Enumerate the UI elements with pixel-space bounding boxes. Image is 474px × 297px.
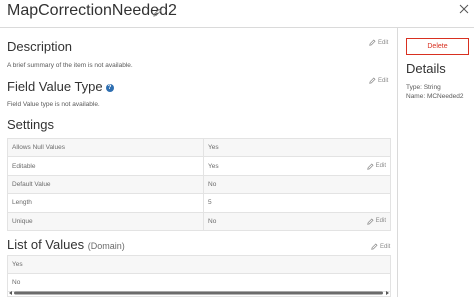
domain-qualifier: (Domain) [87, 241, 125, 251]
setting-label: Editable [7, 156, 204, 176]
setting-value-text: No [208, 217, 217, 225]
field-value-type-heading: Field Value Type? [7, 79, 114, 94]
setting-label: Unique [7, 211, 204, 231]
edit-label: Edit [375, 163, 386, 170]
setting-value: Yes [203, 137, 391, 158]
table-row: Default Value No [7, 174, 391, 195]
table-row: Length 5 [7, 193, 391, 213]
setting-value-text: No [208, 180, 217, 188]
setting-label: Default Value [7, 174, 204, 195]
field-value-type-edit-button[interactable]: Edit [369, 77, 388, 84]
description-edit-button[interactable]: Edit [369, 39, 388, 46]
list-of-values-edit-button[interactable]: Edit [371, 243, 390, 250]
editable-edit-button[interactable]: Edit [366, 163, 386, 170]
pencil-icon [369, 77, 376, 84]
list-of-values-heading: List of Values (Domain) [7, 237, 125, 252]
close-icon[interactable] [459, 4, 469, 14]
field-value-type-label: Field Value Type [7, 79, 103, 94]
setting-value: No [203, 174, 391, 195]
pencil-icon [371, 243, 378, 250]
setting-value-text: 5 [208, 199, 212, 207]
horizontal-scrollbar[interactable] [8, 290, 390, 296]
field-value-type-text: Field Value type is not available. [7, 101, 100, 108]
list-item: Yes [8, 256, 390, 274]
detail-name: Name: MCNeeded2 [406, 93, 464, 100]
setting-label: Length [7, 193, 204, 213]
setting-value: 5 [203, 193, 391, 213]
setting-value-text: Yes [208, 162, 219, 170]
info-icon[interactable]: ? [105, 83, 114, 92]
pencil-icon [369, 39, 376, 46]
detail-type: Type: String [406, 84, 441, 91]
edit-label: Edit [378, 39, 389, 46]
table-row: Unique No Edit [7, 211, 391, 231]
unique-edit-button[interactable]: Edit [366, 218, 386, 225]
table-row: Editable Yes Edit [7, 156, 391, 176]
delete-button[interactable]: Delete [406, 38, 469, 55]
setting-label: Allows Null Values [7, 137, 204, 158]
edit-label: Edit [380, 243, 391, 250]
settings-heading: Settings [7, 117, 54, 132]
pencil-icon [366, 163, 374, 170]
edit-label: Edit [375, 218, 386, 225]
description-text: A brief summary of the item is not avail… [7, 62, 133, 69]
pencil-icon [366, 218, 374, 225]
pencil-icon[interactable] [153, 8, 162, 17]
details-heading: Details [406, 61, 446, 76]
table-row: Allows Null Values Yes [7, 137, 391, 158]
page-title: MapCorrectionNeeded2 [7, 2, 177, 19]
sidebar-divider [397, 28, 398, 297]
setting-value: No Edit [203, 211, 391, 231]
scrollbar-thumb[interactable] [14, 291, 383, 295]
header-divider [0, 27, 474, 28]
setting-value: Yes Edit [203, 156, 391, 176]
description-heading: Description [7, 39, 73, 54]
scroll-left-arrow-icon[interactable] [9, 291, 12, 295]
setting-value-text: Yes [208, 144, 219, 152]
settings-table: Allows Null Values Yes Editable Yes Edit… [7, 137, 391, 231]
edit-label: Edit [378, 77, 389, 84]
list-of-values-label: List of Values [7, 237, 85, 252]
scroll-right-arrow-icon[interactable] [386, 291, 389, 295]
